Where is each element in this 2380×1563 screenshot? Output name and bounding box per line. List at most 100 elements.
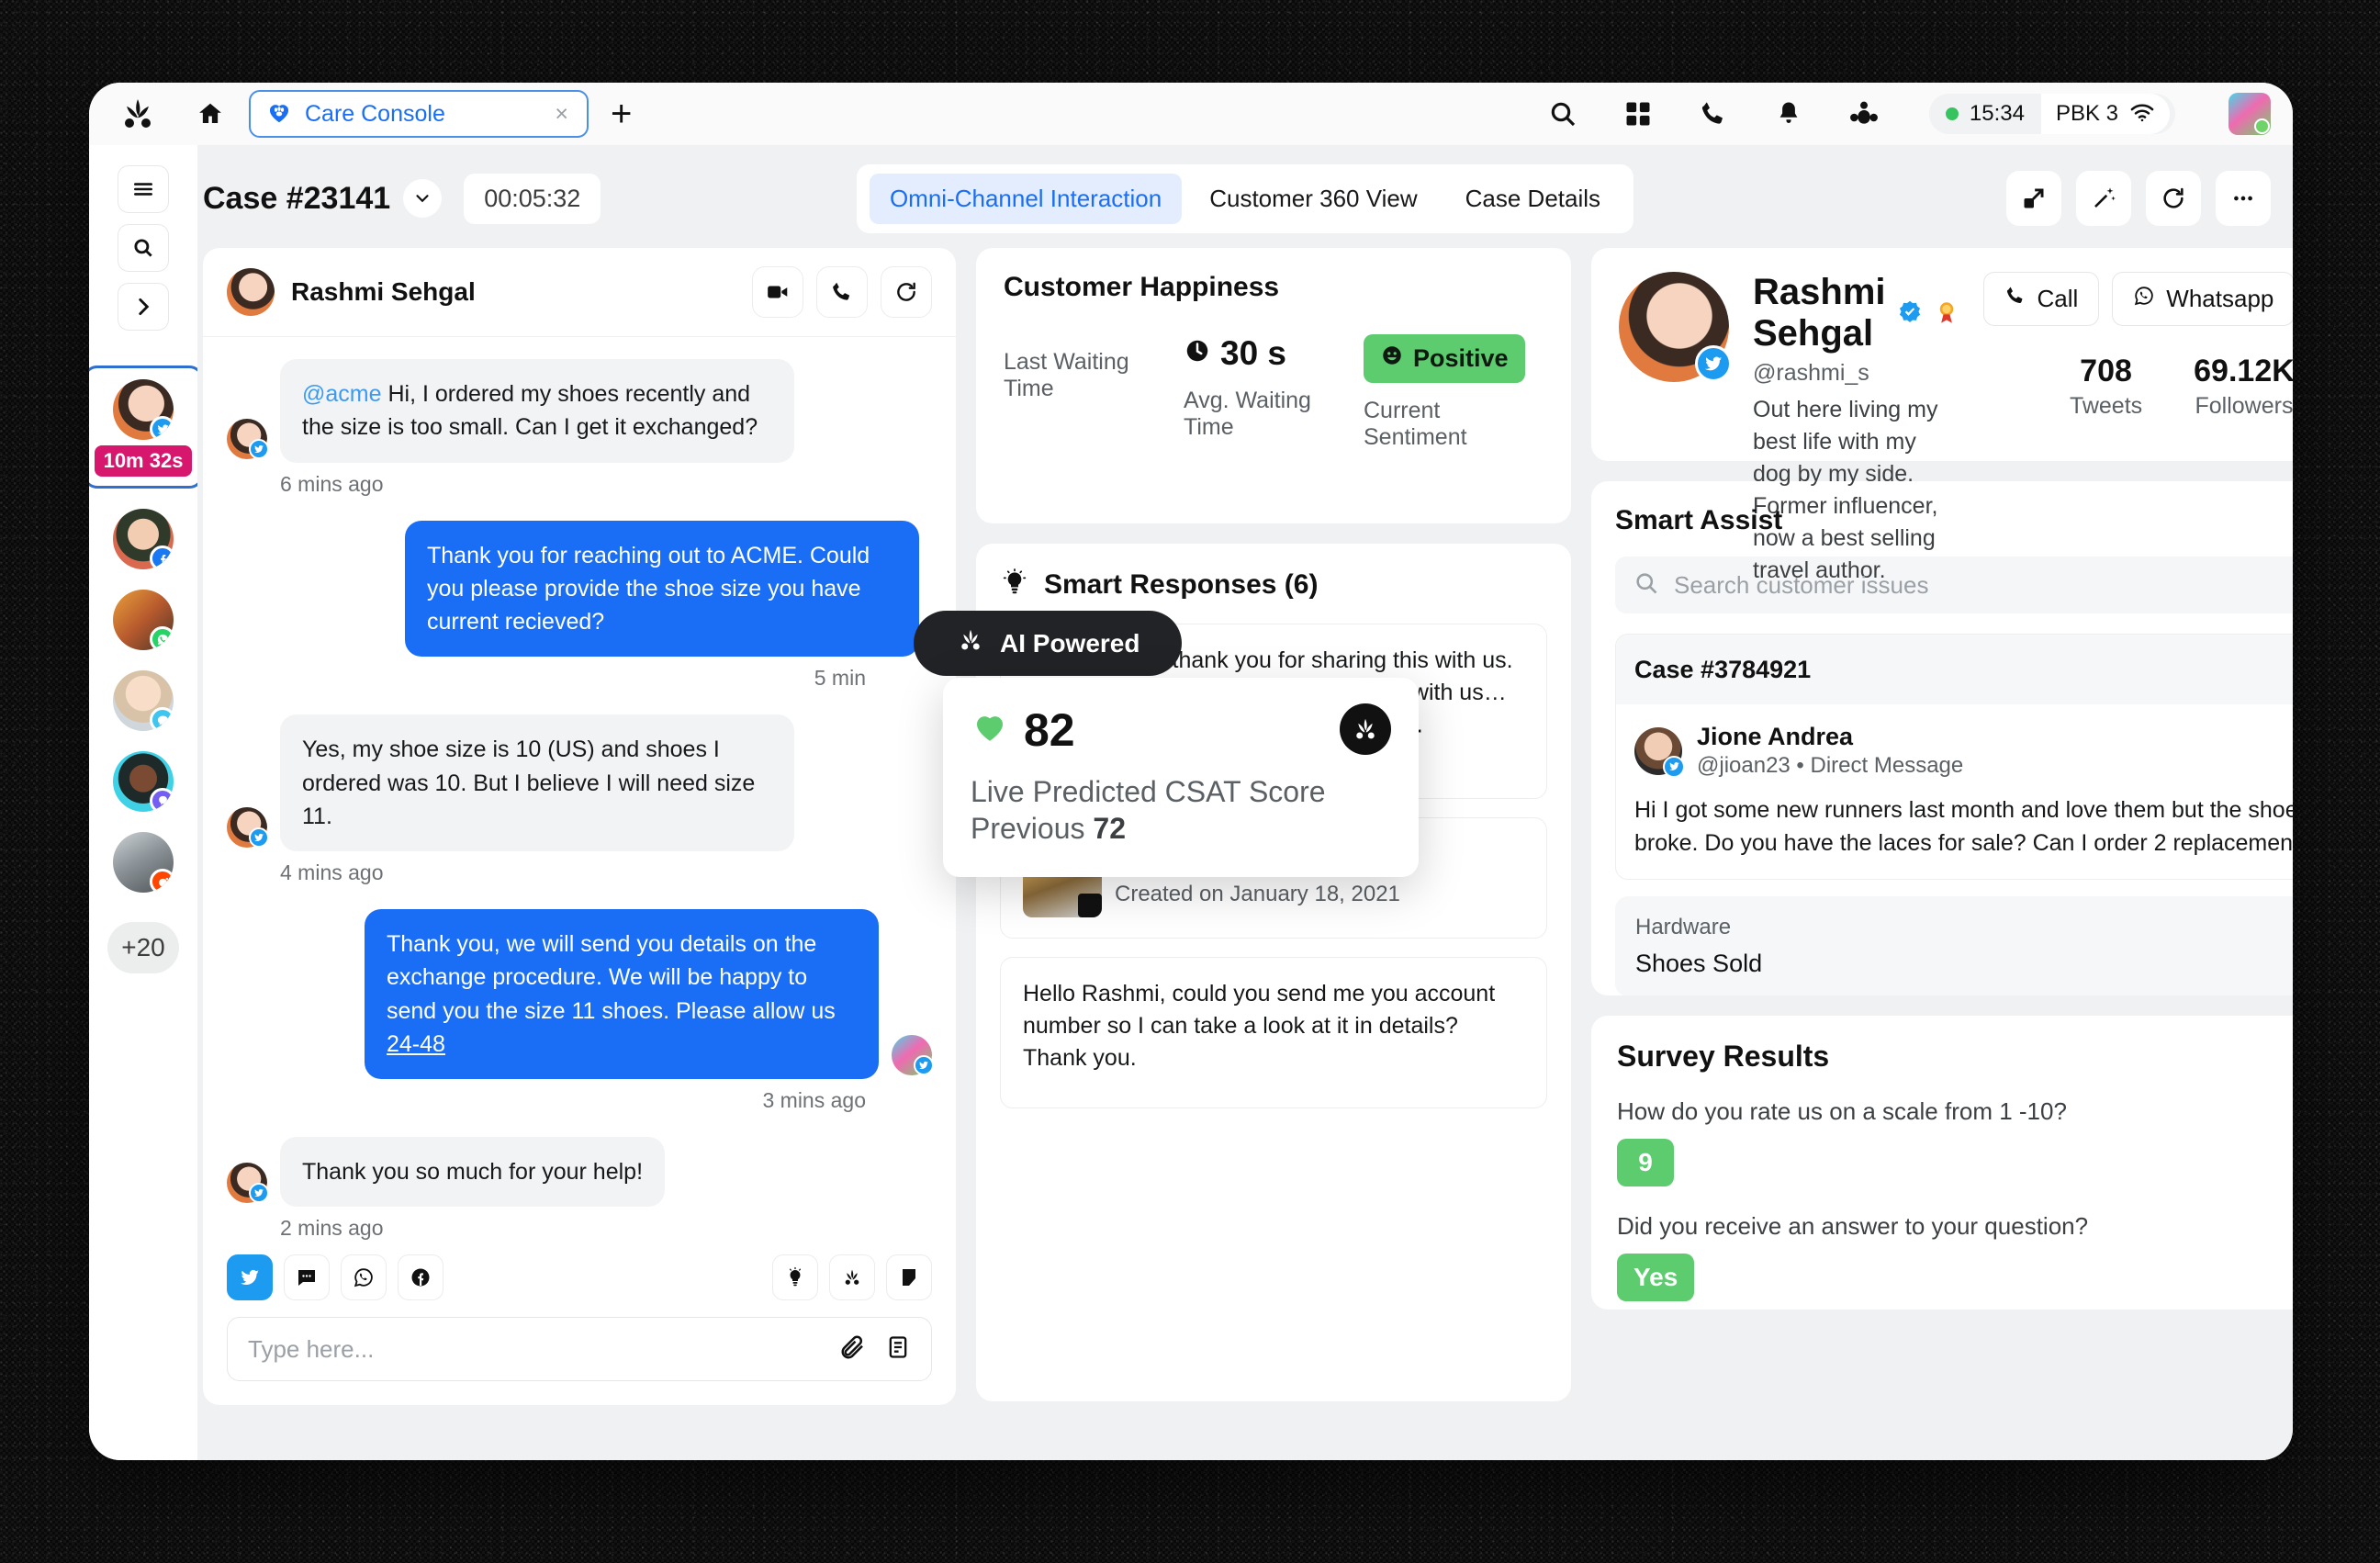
profile-name-row: Rashmi Sehgal [1753, 272, 1959, 354]
mention-handle[interactable]: @acme [302, 381, 382, 407]
avg-waiting-time-metric: 30 s Avg. Waiting Time [1184, 334, 1364, 451]
twitter-icon [249, 1183, 269, 1204]
whatsapp-icon[interactable] [341, 1254, 387, 1300]
search-icon[interactable] [1545, 96, 1580, 131]
view-tabs: Omni-Channel Interaction Customer 360 Vi… [856, 163, 1634, 233]
whatsapp-icon [2133, 285, 2155, 313]
status-time: 15:34 [1969, 101, 2025, 126]
hamburger-menu-icon[interactable] [118, 165, 169, 213]
hardware-value: Shoes Sold [1635, 949, 1763, 977]
chevron-right-icon[interactable] [118, 283, 169, 331]
profile-actions-stats: Call Whatsapp 708 Tweets 69.12K Follower… [1982, 272, 2293, 420]
sprinklr-ai-icon[interactable] [829, 1254, 875, 1300]
status-pill[interactable]: 15:34 PBK 3 [1928, 94, 2175, 134]
message-row: @acme Hi, I ordered my shoes recently an… [227, 359, 932, 463]
avatar [113, 751, 174, 812]
conversation-header: Rashmi Sehgal [203, 248, 956, 337]
queue-item-reddit[interactable] [113, 832, 174, 893]
hardware-meta: Hardware Shoes Sold [1615, 895, 2293, 995]
chat-column: Rashmi Sehgal @acme Hi, I ordered my sho… [203, 248, 956, 1456]
smart-response-text: Hello Rashmi, could you send me you acco… [1023, 981, 1496, 1071]
queue-item-facebook[interactable] [113, 509, 174, 569]
survey-answer: 9 [1617, 1139, 1674, 1186]
avg-waiting-time-text: 30 s [1220, 334, 1287, 372]
csat-top-row: 82 [971, 703, 1391, 757]
smart-responses-header: Smart Responses (6) [1000, 568, 1547, 602]
more-options-icon[interactable] [2216, 171, 2271, 226]
facebook-icon [150, 545, 174, 569]
profile-stats: 708 Tweets 69.12K Followers 102 Followin… [1983, 354, 2293, 420]
avatar [113, 832, 174, 893]
phone-call-icon[interactable] [816, 266, 868, 318]
viber-icon [150, 788, 174, 812]
csat-score-row: 82 [971, 703, 1075, 757]
chevron-down-icon[interactable] [403, 179, 443, 218]
survey-results-panel: Survey Results How do you rate us on a s… [1591, 1016, 2293, 1310]
related-case-header: Case #3784921 Resolved [1616, 635, 2293, 704]
refresh-icon[interactable] [881, 266, 932, 318]
queue-item-whatsapp[interactable] [113, 590, 174, 650]
sprinklr-logo-icon [1340, 703, 1391, 755]
queue-item-twitter-active[interactable]: 10m 32s [89, 365, 205, 489]
facebook-icon[interactable] [398, 1254, 443, 1300]
status-location-group: PBK 3 [2040, 94, 2170, 134]
contrast-icon[interactable] [886, 1254, 932, 1300]
avatar[interactable] [2228, 93, 2271, 135]
whatsapp-button[interactable]: Whatsapp [2112, 272, 2293, 326]
call-button[interactable]: Call [1982, 272, 2100, 326]
status-time-group: 15:34 [1928, 94, 2041, 134]
people-icon[interactable] [1847, 96, 1881, 131]
avatar [113, 509, 174, 569]
tab-omni-channel-interaction[interactable]: Omni-Channel Interaction [869, 173, 1183, 224]
page-title: Case #23141 [203, 180, 391, 216]
grid-icon[interactable] [1621, 96, 1656, 131]
csat-previous-label: Previous [971, 811, 1085, 845]
avatar [227, 418, 269, 459]
survey-answer: Yes [1617, 1254, 1695, 1301]
video-call-icon[interactable] [752, 266, 803, 318]
last-waiting-time-label: Last Waiting Time [1004, 349, 1129, 401]
related-case-card[interactable]: Case #3784921 Resolved [1615, 634, 2293, 880]
twitter-icon[interactable] [227, 1254, 273, 1300]
queue-more-button[interactable]: +20 [107, 922, 179, 973]
message-input[interactable]: Type here... [227, 1317, 932, 1381]
message-row: Thank you so much for your help! [227, 1137, 932, 1208]
note-icon[interactable] [885, 1334, 911, 1365]
related-case-author: Jione Andrea [1697, 723, 1854, 750]
message-icon[interactable] [284, 1254, 330, 1300]
expand-icon[interactable] [2006, 171, 2061, 226]
tab-case-details[interactable]: Case Details [1445, 174, 1621, 224]
lightbulb-icon[interactable] [772, 1254, 818, 1300]
related-case-author-row: Jione Andrea @jioan23 • Direct Message 1… [1634, 723, 2293, 779]
profile-action-buttons: Call Whatsapp [1982, 272, 2293, 326]
message-icon [150, 707, 174, 731]
online-dot-icon [1945, 107, 1959, 120]
message-text: Thank you, we will send you details on t… [387, 931, 836, 1024]
case-header-actions [2006, 171, 2271, 226]
queue-item-viber[interactable] [113, 751, 174, 812]
message-link[interactable]: 24-48 [387, 1031, 445, 1057]
home-icon[interactable] [192, 96, 229, 132]
tab-customer-360-view[interactable]: Customer 360 View [1189, 174, 1437, 224]
bell-icon[interactable] [1771, 96, 1806, 131]
message-timestamp: 2 mins ago [280, 1216, 384, 1241]
smart-response-item[interactable]: Hello Rashmi, could you send me you acco… [1000, 957, 1547, 1108]
last-waiting-time-metric: Last Waiting Time [1004, 334, 1184, 451]
sentiment-value: Positive [1413, 344, 1509, 372]
paperclip-icon[interactable] [839, 1333, 867, 1366]
search-icon[interactable] [118, 224, 169, 272]
avatar [227, 807, 269, 848]
app-window: Care Console × + 15:34 PBK 3 10m 32s +20… [89, 83, 2293, 1460]
magic-wand-icon[interactable] [2076, 171, 2131, 226]
csat-previous-row: Previous 72 [971, 812, 1391, 846]
close-icon[interactable]: × [551, 101, 572, 128]
verified-badge-icon [1897, 293, 1923, 334]
status-location: PBK 3 [2055, 101, 2118, 126]
current-sentiment-label: Current Sentiment [1364, 398, 1467, 450]
new-tab-button[interactable]: + [611, 96, 632, 132]
refresh-icon[interactable] [2146, 171, 2201, 226]
phone-icon[interactable] [1696, 96, 1731, 131]
avatar [113, 590, 174, 650]
queue-item-message[interactable] [113, 670, 174, 731]
browser-tab-care-console[interactable]: Care Console × [249, 90, 589, 138]
